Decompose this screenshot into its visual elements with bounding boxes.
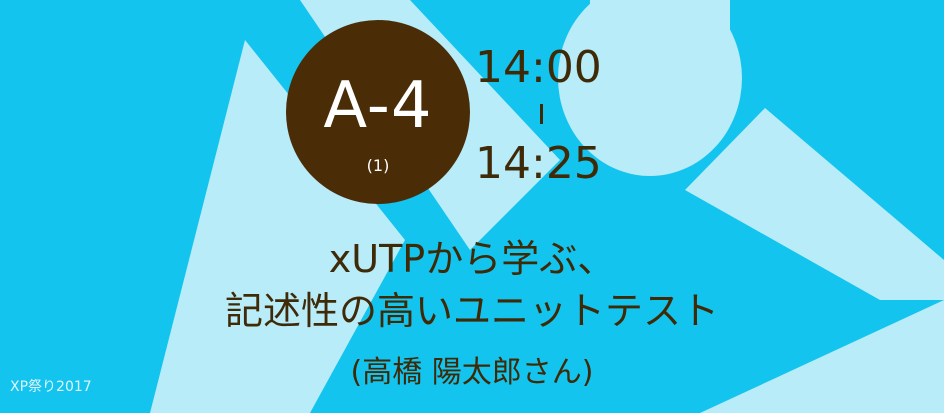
- talk-title-line1: xUTPから学ぶ、: [328, 237, 616, 281]
- bg-corner-block: [590, 0, 730, 120]
- time-separator: [540, 104, 543, 124]
- speaker-name: (高橋 陽太郎さん): [350, 355, 594, 390]
- time-end: 14:25: [475, 138, 602, 189]
- session-part: (1): [366, 156, 390, 175]
- session-badge: A-4 (1): [286, 20, 470, 204]
- event-name: XP祭り2017: [10, 379, 92, 395]
- background-illustration: [150, 0, 944, 413]
- time-start: 14:00: [475, 42, 602, 93]
- talk-title-line2: 記述性の高いユニットテスト: [224, 289, 719, 333]
- session-slide: A-4 (1) 14:00 14:25 xUTPから学ぶ、 記述性の高いユニット…: [0, 0, 944, 413]
- session-code: A-4: [323, 69, 433, 143]
